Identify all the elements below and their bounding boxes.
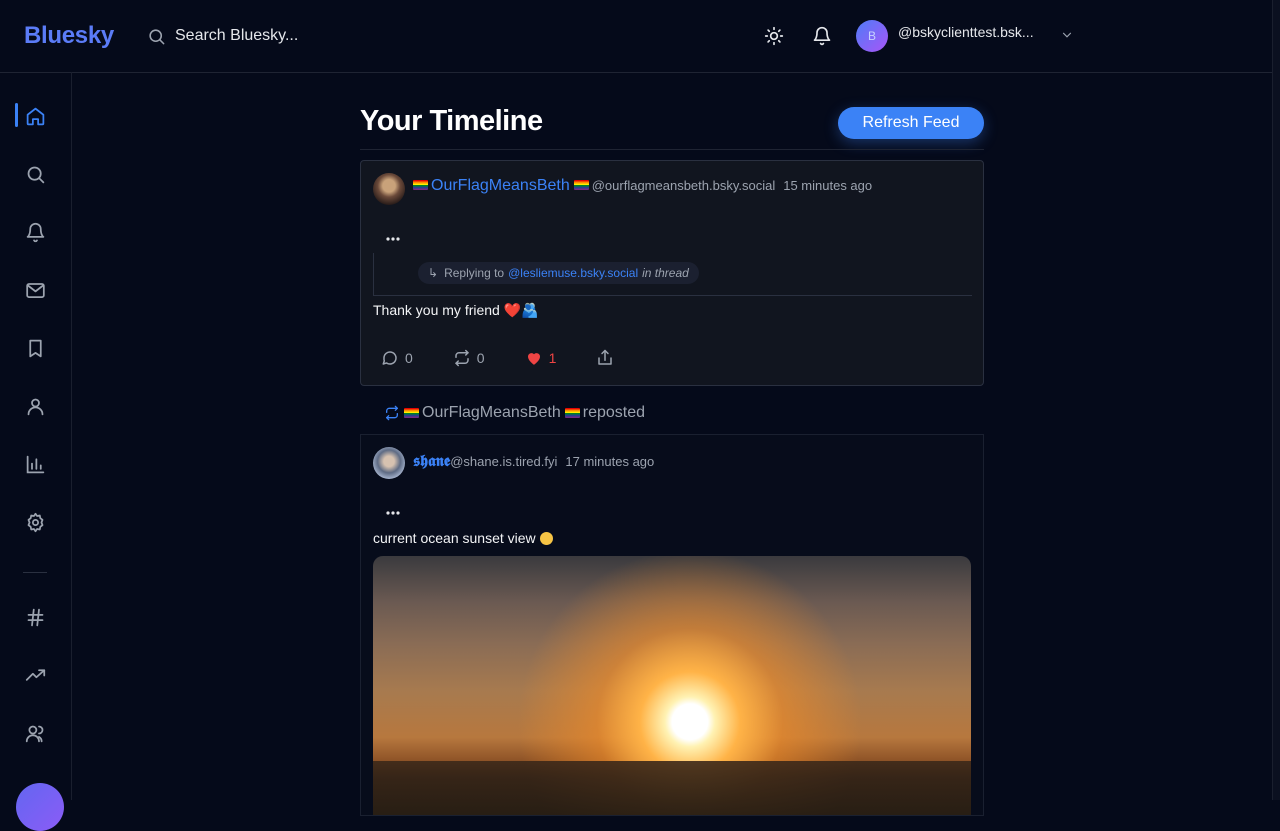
rainbow-flag-icon — [573, 180, 589, 190]
like-button[interactable]: 1 — [525, 349, 557, 367]
reply-context: ↳ Replying to @lesliemuse.bsky.social in… — [373, 253, 972, 296]
account-menu[interactable]: B @bskyclienttest.bsk... — [856, 20, 1048, 52]
bookmark-icon — [28, 339, 42, 357]
post-image-sunset[interactable] — [373, 556, 971, 815]
sun-icon — [764, 26, 784, 46]
bar-chart-icon — [26, 455, 44, 473]
post-card[interactable]: OurFlagMeansBeth @ourflagmeansbeth.bsky.… — [360, 160, 984, 386]
avatar[interactable] — [373, 447, 405, 479]
reply-arrow-icon: ↳ — [428, 266, 439, 280]
reply-button[interactable]: 0 — [381, 349, 413, 367]
sidebar-item-messages[interactable] — [23, 278, 47, 302]
post-actions: 0 0 1 — [381, 349, 614, 367]
sidebar-item-community[interactable] — [23, 721, 47, 745]
search-input[interactable] — [175, 27, 375, 45]
rainbow-flag-icon — [564, 408, 580, 418]
post-text-body: current ocean sunset view — [373, 530, 536, 546]
bell-icon — [26, 222, 44, 242]
user-handle: @bskyclienttest.bsk... — [898, 24, 1034, 40]
like-count: 1 — [548, 350, 557, 366]
chevron-down-icon[interactable] — [1060, 28, 1074, 42]
post-header: OurFlagMeansBeth @ourflagmeansbeth.bsky.… — [413, 177, 872, 195]
author-handle[interactable]: @shane.is.tired.fyi — [450, 454, 557, 469]
author-display-name[interactable]: 𝖘𝖍𝖆𝖓𝖊 — [413, 451, 450, 471]
avatar[interactable] — [16, 783, 64, 831]
repost-icon — [386, 405, 398, 421]
reply-suffix: in thread — [642, 266, 689, 280]
sidebar-item-settings[interactable] — [23, 510, 47, 534]
post-timestamp[interactable]: 15 minutes ago — [783, 178, 872, 193]
sidebar-item-trending[interactable] — [23, 663, 47, 687]
sidebar-item-profile[interactable] — [23, 394, 47, 418]
hash-icon — [27, 608, 43, 626]
sidebar-item-analytics[interactable] — [23, 452, 47, 476]
user-icon — [27, 398, 43, 415]
repost-indicator[interactable]: OurFlagMeansBeth reposted — [384, 404, 645, 422]
more-options-button[interactable] — [385, 503, 401, 515]
scrollbar[interactable] — [1272, 0, 1280, 800]
active-indicator — [15, 103, 18, 127]
repost-button[interactable]: 0 — [453, 349, 485, 367]
post-card[interactable]: 𝖘𝖍𝖆𝖓𝖊 @shane.is.tired.fyi 17 minutes ago… — [360, 434, 984, 816]
author-handle[interactable]: @ourflagmeansbeth.bsky.social — [592, 178, 776, 193]
post-timestamp[interactable]: 17 minutes ago — [565, 454, 654, 469]
repost-icon — [455, 349, 469, 367]
sidebar-item-search[interactable] — [23, 162, 47, 186]
mail-icon — [25, 282, 45, 298]
reply-mention-link[interactable]: @lesliemuse.bsky.social — [508, 266, 638, 280]
search-icon — [149, 28, 165, 44]
notifications-button[interactable] — [810, 24, 834, 48]
reply-indicator[interactable]: ↳ Replying to @lesliemuse.bsky.social in… — [418, 262, 699, 284]
reposted-label: reposted — [582, 404, 645, 421]
sidebar-item-notifications[interactable] — [23, 220, 47, 244]
post-text-body: Thank you my friend — [373, 302, 500, 318]
search-icon — [27, 166, 44, 183]
refresh-feed-button[interactable]: Refresh Feed — [838, 107, 984, 139]
sidebar-item-bookmarks[interactable] — [23, 336, 47, 360]
comment-icon — [382, 351, 397, 365]
sidebar — [0, 72, 72, 831]
sidebar-divider — [23, 572, 47, 573]
app-logo[interactable]: Bluesky — [24, 22, 114, 50]
post-text-emoji: ❤️🫂 — [503, 302, 539, 318]
post-text: current ocean sunset view — [373, 530, 553, 546]
author-display-name[interactable]: OurFlagMeansBeth — [431, 177, 570, 195]
post-header: 𝖘𝖍𝖆𝖓𝖊 @shane.is.tired.fyi 17 minutes ago — [413, 451, 654, 471]
trending-icon — [25, 668, 45, 681]
theme-toggle-button[interactable] — [762, 24, 786, 48]
rainbow-flag-icon — [404, 408, 419, 418]
more-icon — [386, 511, 400, 515]
heart-icon — [527, 353, 540, 365]
share-icon[interactable] — [596, 349, 614, 367]
users-icon — [25, 725, 43, 742]
avatar[interactable]: B — [856, 20, 888, 52]
more-icon — [386, 237, 400, 241]
more-options-button[interactable] — [385, 229, 401, 241]
rainbow-flag-icon — [413, 180, 428, 190]
reply-count: 0 — [405, 350, 413, 366]
top-bar: Bluesky B @bskyclienttest.bsk... — [0, 0, 1272, 73]
post-text: Thank you my friend ❤️🫂 — [373, 302, 539, 319]
page-title: Your Timeline — [360, 105, 543, 137]
sidebar-item-hashtags[interactable] — [23, 605, 47, 629]
home-icon — [26, 107, 44, 125]
repost-count: 0 — [476, 350, 485, 366]
gear-icon — [27, 512, 43, 532]
reply-prefix: Replying to — [444, 266, 505, 280]
sidebar-item-home[interactable] — [23, 104, 47, 128]
relieved-face-icon — [539, 532, 553, 545]
bell-icon — [813, 26, 831, 46]
search-box[interactable] — [147, 24, 375, 48]
reposter-name[interactable]: OurFlagMeansBeth — [422, 404, 561, 422]
avatar[interactable] — [373, 173, 405, 205]
divider — [360, 149, 984, 150]
